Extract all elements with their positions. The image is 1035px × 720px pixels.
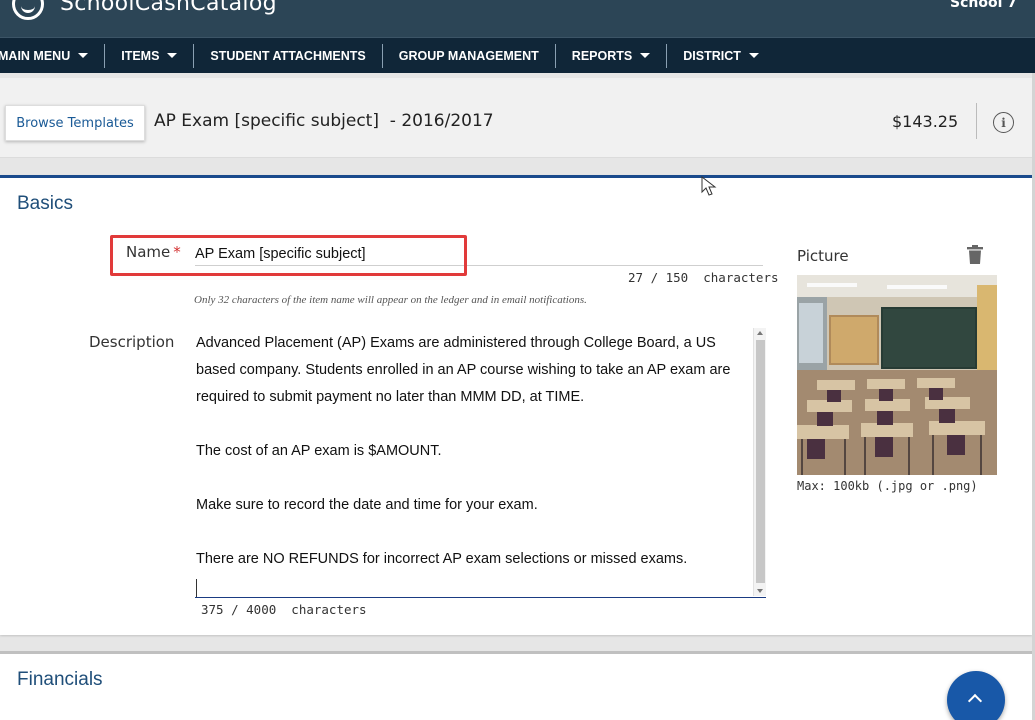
caret-down-icon [78,53,89,58]
nav-main-menu[interactable]: MAIN MENU [0,43,106,68]
scroll-down-arrow-icon[interactable] [757,589,763,593]
picture-label: Picture [797,247,849,265]
name-label-text: Name [126,243,171,261]
nav-reports-label: REPORTS [571,48,633,63]
item-title: AP Exam [specific subject] - 2016/2017 [154,111,494,131]
financials-heading: Financials [17,669,103,690]
scroll-thumb[interactable] [756,340,765,583]
description-text: Advanced Placement (AP) Exams are admini… [196,330,736,597]
name-character-counter: 27 / 150 characters [628,270,779,285]
logo-icon[interactable] [12,0,44,20]
description-paragraph: Make sure to record the date and time fo… [196,497,538,513]
name-input[interactable] [195,242,763,266]
main-nav: MAIN MENU ITEMS STUDENT ATTACHMENTS GROU… [0,37,1035,73]
info-icon[interactable]: i [993,112,1014,133]
nav-items-label: ITEMS [121,48,160,63]
item-titlebar: Browse Templates AP Exam [specific subje… [0,78,1035,158]
description-scrollbar[interactable] [753,328,766,596]
classroom-picture[interactable] [797,275,997,475]
item-price: $143.25 [892,112,959,131]
nav-district[interactable]: DISTRICT [667,44,775,68]
description-paragraph: The cost of an AP exam is $AMOUNT. [196,443,442,459]
picture-size-hint: Max: 100kb (.jpg or .png) [797,479,978,493]
nav-student-attachments-label: STUDENT ATTACHMENTS [210,48,366,63]
description-paragraph: Advanced Placement (AP) Exams are admini… [196,335,731,405]
nav-student-attachments[interactable]: STUDENT ATTACHMENTS [194,43,383,68]
description-label: Description [89,333,175,351]
app-header: SchoolCashCatalog School 7 [0,0,1035,37]
required-marker: * [173,243,181,261]
name-label: Name * [126,243,181,261]
description-textarea[interactable]: Advanced Placement (AP) Exams are admini… [195,328,766,598]
browse-templates-button[interactable]: Browse Templates [5,105,145,141]
scroll-up-arrow-icon[interactable] [757,331,763,335]
basics-section: Basics Name* 27 / 150 characters Only 32… [0,175,1032,635]
nav-items[interactable]: ITEMS [105,43,195,68]
caret-down-icon [748,53,759,58]
chevron-up-icon [967,693,983,709]
trash-icon[interactable] [967,245,983,264]
nav-reports[interactable]: REPORTS [556,43,668,68]
name-hint: Only 32 characters of the item name will… [194,294,587,306]
app-title[interactable]: SchoolCashCatalog [60,0,277,16]
caret-down-icon [167,53,178,58]
classroom-image [797,275,997,475]
mouse-cursor-icon [701,176,717,196]
school-selector[interactable]: School 7 [950,0,1017,11]
financials-section: Financials [0,651,1032,720]
nav-group-management[interactable]: GROUP MANAGEMENT [383,43,556,68]
caret-down-icon [640,53,651,58]
scroll-to-top-button[interactable] [947,671,1005,720]
nav-group-management-label: GROUP MANAGEMENT [398,48,539,63]
basics-heading: Basics [17,193,73,214]
divider [976,103,977,139]
text-cursor [196,579,197,597]
description-character-counter: 375 / 4000 characters [201,602,367,617]
nav-main-menu-label: MAIN MENU [0,48,71,63]
nav-district-label: DISTRICT [683,48,741,63]
description-paragraph: There are NO REFUNDS for incorrect AP ex… [196,551,688,567]
